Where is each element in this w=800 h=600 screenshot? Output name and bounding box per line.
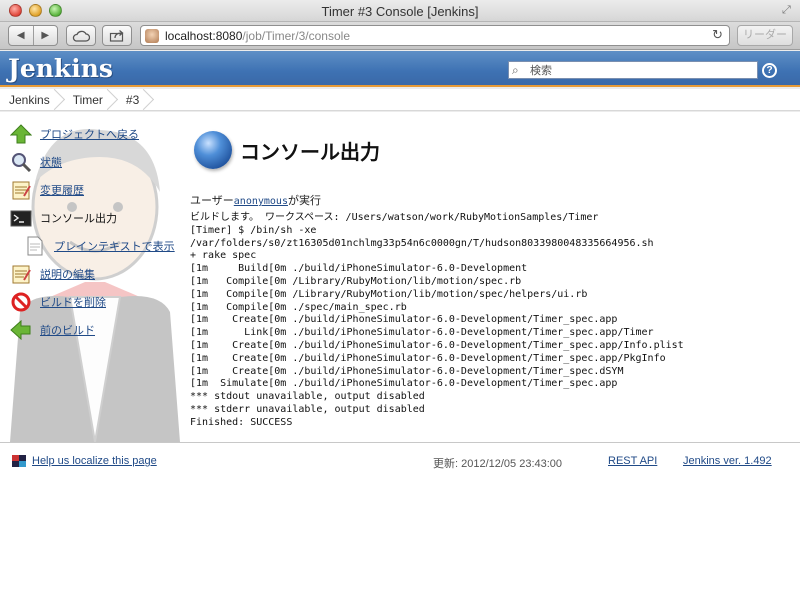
search-placeholder: 検索 [530,65,552,77]
localize-link[interactable]: Help us localize this page [32,455,157,467]
reader-button[interactable]: リーダー [737,25,793,46]
sidebar-item-console-output[interactable]: コンソール出力 [10,204,185,232]
sidebar-item-label[interactable]: 説明の編集 [40,266,95,282]
forward-arrow-icon[interactable]: ▶ [34,26,58,45]
page-title: コンソール出力 [190,130,790,170]
console-output: ビルドします。 ワークスペース: /Users/watson/work/Ruby… [190,212,684,428]
started-by-text: ユーザーanonymousが実行 [190,192,790,208]
sidebar-item-previous-build[interactable]: 前のビルド [10,316,185,344]
jenkins-version-link[interactable]: Jenkins ver. 1.492 [683,455,772,467]
main-content: コンソール出力 ユーザーanonymousが実行 ビルドします。 ワークスペース… [190,130,790,430]
left-arrow-icon [10,320,31,340]
up-arrow-icon [10,124,32,144]
search-icon: ⌕ [512,63,519,77]
reload-icon[interactable]: ↻ [712,27,723,43]
sidebar-item-label[interactable]: ビルドを削除 [40,294,106,310]
back-arrow-icon[interactable]: ◀ [9,26,34,45]
sidebar-item-edit-description[interactable]: 説明の編集 [10,260,185,288]
share-icon [109,30,124,42]
breadcrumb-item-jenkins[interactable]: Jenkins [0,89,64,111]
breadcrumb-item-timer[interactable]: Timer [64,89,117,111]
sidebar-item-status[interactable]: 状態 [10,148,185,176]
sidebar-item-label[interactable]: プロジェクトへ戻る [40,126,139,142]
breadcrumb: Jenkins Timer #3 [0,89,800,111]
footer: Help us localize this page 更新: 2012/12/0… [0,442,800,482]
blue-ball-status-icon [194,131,232,169]
url-host: localhost:8080 [165,28,243,43]
jenkins-logo[interactable]: Jenkins [8,54,113,83]
page-updated-timestamp: 更新: 2012/12/05 23:43:00 [433,458,563,470]
localize-flag-icon [12,455,26,467]
cloud-icon [72,30,91,42]
user-link[interactable]: anonymous [234,196,288,207]
address-bar[interactable]: localhost:8080/job/Timer/3/console ↻ [140,25,730,46]
back-forward-control: ◀ ▶ [8,25,58,46]
sidebar-item-label[interactable]: コンソール出力 [40,210,117,226]
sidebar-item-back-to-project[interactable]: プロジェクトへ戻る [10,120,185,148]
page-body: プロジェクトへ戻る 状態 変更履歴 コンソール出力 プレインテキストで表示 説明… [0,112,800,600]
notepad-icon [12,181,31,200]
browser-toolbar: ◀ ▶ localhost:8080/job/Timer/3/console ↻… [0,22,800,50]
sidebar-item-plain-text[interactable]: プレインテキストで表示 [10,232,185,260]
notepad-icon [12,265,31,284]
breadcrumb-item-build[interactable]: #3 [117,89,153,111]
terminal-icon [10,210,32,227]
fullscreen-icon[interactable]: ⤢ [782,4,794,16]
jenkins-favicon-icon [145,28,159,43]
no-entry-icon [11,292,31,312]
sidebar-item-label[interactable]: 状態 [40,154,62,170]
document-icon [27,236,43,256]
sidebar-item-label[interactable]: 変更履歴 [40,182,84,198]
sidebar-item-delete-build[interactable]: ビルドを削除 [10,288,185,316]
icloud-tabs-button[interactable] [66,25,96,46]
share-button[interactable] [102,25,132,46]
started-by-suffix: が実行 [287,195,321,207]
help-icon[interactable]: ? [762,63,777,78]
started-by-prefix: ユーザー [190,195,234,207]
rest-api-link[interactable]: REST API [608,455,657,467]
window-title: Timer #3 Console [Jenkins] [321,4,479,19]
sidebar-item-label[interactable]: プレインテキストで表示 [54,238,175,254]
sidebar: プロジェクトへ戻る 状態 変更履歴 コンソール出力 プレインテキストで表示 説明… [10,120,185,344]
sidebar-item-label[interactable]: 前のビルド [40,322,95,338]
sidebar-item-changes[interactable]: 変更履歴 [10,176,185,204]
window-titlebar: Timer #3 Console [Jenkins] ⤢ [0,0,800,22]
search-input[interactable]: ⌕ 検索 [508,61,758,79]
url-path: /job/Timer/3/console [242,28,350,43]
magnifier-icon [12,153,32,172]
page-title-text: コンソール出力 [240,141,380,164]
jenkins-header: Jenkins ⌕ 検索 ? [0,51,800,87]
